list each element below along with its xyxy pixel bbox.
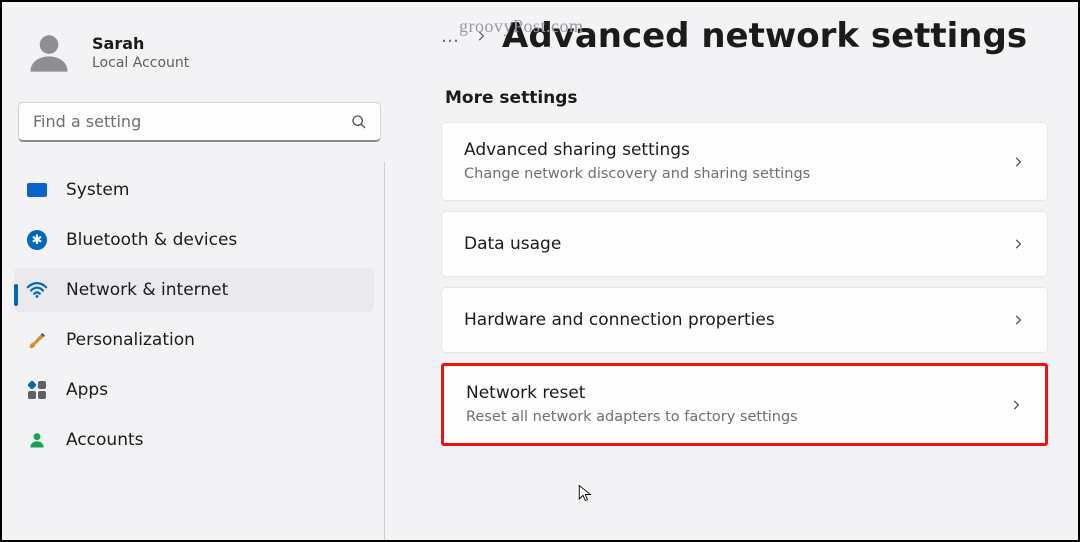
card-subtitle: Change network discovery and sharing set…: [464, 164, 1011, 184]
settings-window: Sarah Local Account System ✱ Bluetooth &…: [0, 0, 1080, 542]
sidebar-item-bluetooth[interactable]: ✱ Bluetooth & devices: [14, 218, 374, 262]
card-body: Hardware and connection properties: [464, 309, 1011, 332]
card-data-usage[interactable]: Data usage: [441, 211, 1048, 277]
avatar-icon: [22, 26, 76, 80]
user-name: Sarah: [92, 34, 189, 55]
sidebar-item-personalization[interactable]: Personalization: [14, 318, 374, 362]
search-box[interactable]: [18, 102, 381, 142]
chevron-right-icon: [474, 29, 488, 43]
system-icon: [26, 179, 48, 201]
user-text: Sarah Local Account: [92, 34, 189, 73]
card-advanced-sharing[interactable]: Advanced sharing settings Change network…: [441, 122, 1048, 201]
card-subtitle: Reset all network adapters to factory se…: [466, 407, 1009, 427]
sidebar-item-label: Personalization: [66, 330, 195, 350]
card-title: Hardware and connection properties: [464, 309, 1011, 332]
sidebar-item-accounts[interactable]: Accounts: [14, 418, 374, 462]
search-icon: [351, 114, 367, 130]
user-subtitle: Local Account: [92, 54, 189, 72]
breadcrumb-dots[interactable]: …: [441, 26, 460, 47]
card-title: Advanced sharing settings: [464, 139, 1011, 162]
card-body: Advanced sharing settings Change network…: [464, 139, 1011, 184]
sidebar-item-network[interactable]: Network & internet: [14, 268, 374, 312]
wifi-icon: [26, 279, 48, 301]
sidebar-item-label: Accounts: [66, 430, 144, 450]
sidebar-item-label: Bluetooth & devices: [66, 230, 237, 250]
sidebar-item-label: Apps: [66, 380, 108, 400]
main-content: groovyPost.com … Advanced network settin…: [397, 2, 1078, 540]
search-input[interactable]: [18, 102, 381, 142]
chevron-right-icon: [1011, 237, 1025, 251]
sidebar-nav: System ✱ Bluetooth & devices Network & i…: [14, 162, 385, 540]
sidebar-item-label: System: [66, 180, 129, 200]
card-hardware-properties[interactable]: Hardware and connection properties: [441, 287, 1048, 353]
sidebar-item-system[interactable]: System: [14, 168, 374, 212]
apps-icon: [26, 379, 48, 401]
bluetooth-icon: ✱: [26, 229, 48, 251]
card-title: Data usage: [464, 233, 1011, 256]
card-network-reset[interactable]: Network reset Reset all network adapters…: [441, 363, 1048, 446]
chevron-right-icon: [1011, 155, 1025, 169]
breadcrumb: … Advanced network settings: [441, 16, 1048, 56]
page-title: Advanced network settings: [502, 16, 1027, 56]
chevron-right-icon: [1011, 313, 1025, 327]
accounts-icon: [26, 429, 48, 451]
card-body: Data usage: [464, 233, 1011, 256]
selection-indicator: [14, 284, 18, 306]
mouse-cursor-icon: [577, 484, 595, 502]
user-account-row[interactable]: Sarah Local Account: [14, 20, 385, 98]
sidebar-item-apps[interactable]: Apps: [14, 368, 374, 412]
section-heading: More settings: [445, 88, 1048, 108]
chevron-right-icon: [1009, 398, 1023, 412]
paintbrush-icon: [26, 329, 48, 351]
card-body: Network reset Reset all network adapters…: [466, 382, 1009, 427]
card-title: Network reset: [466, 382, 1009, 405]
sidebar-item-label: Network & internet: [66, 280, 228, 300]
sidebar: Sarah Local Account System ✱ Bluetooth &…: [2, 2, 397, 540]
